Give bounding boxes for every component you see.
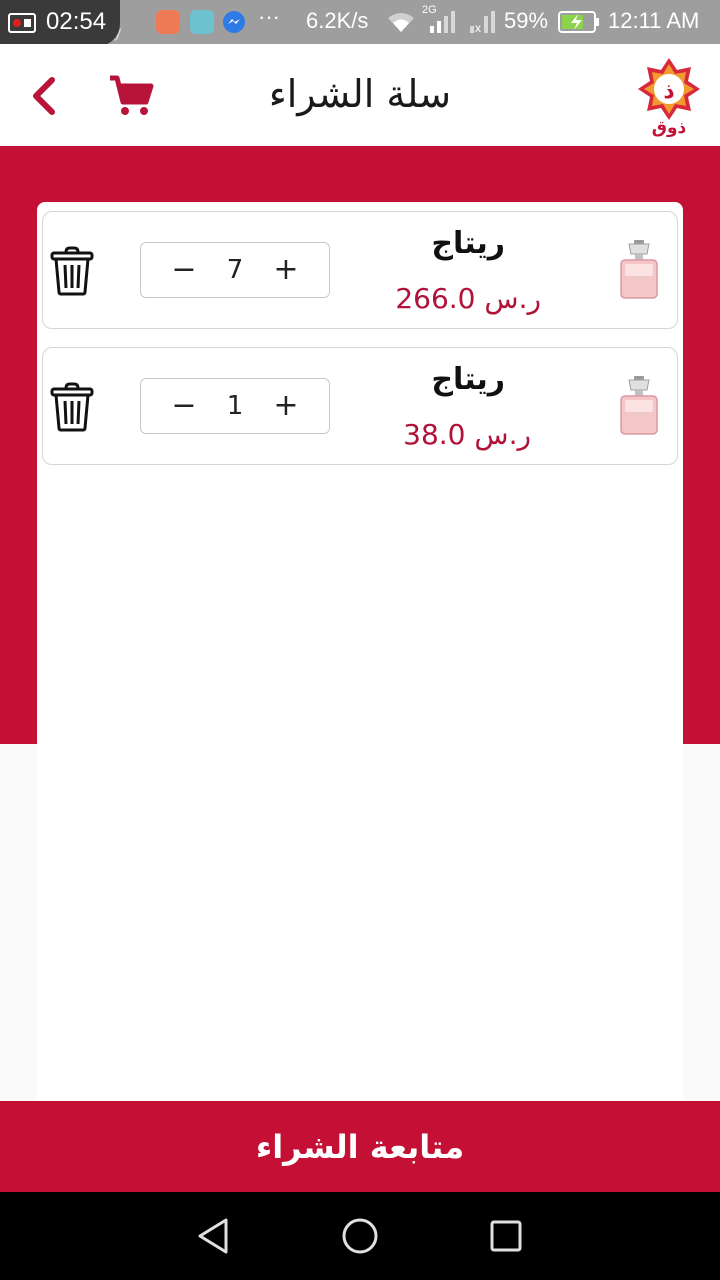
- battery-charging-icon: [558, 11, 599, 33]
- perfume-bottle-icon: [620, 240, 658, 299]
- decrease-quantity-button[interactable]: −: [169, 255, 199, 285]
- quantity-value: 7: [226, 255, 244, 285]
- brand-logo: ذ ذوق: [636, 56, 702, 142]
- cart-item: ريتاج 38.0 ر.س − 1 +: [42, 347, 678, 465]
- screen-record-icon: [8, 13, 36, 33]
- perfume-bottle-icon: [620, 376, 658, 435]
- clock: 12:11 AM: [608, 8, 700, 33]
- signal-icon: [430, 11, 455, 33]
- back-chevron-icon[interactable]: [24, 74, 64, 118]
- page-title: سلة الشراء: [268, 72, 452, 116]
- android-notification-icon: [190, 10, 214, 34]
- product-price: 266.0 ر.س: [395, 282, 541, 315]
- recording-time: 02:54: [46, 8, 107, 35]
- network-speed: 6.2K/s: [306, 8, 369, 33]
- screen-recording-indicator[interactable]: 02:54: [0, 0, 120, 46]
- svg-text:x: x: [475, 21, 481, 34]
- nav-back-icon[interactable]: [192, 1214, 236, 1258]
- product-name: ريتاج: [431, 226, 505, 261]
- cart-icon[interactable]: [108, 74, 154, 118]
- trash-icon[interactable]: [49, 246, 95, 296]
- messenger-icon: [223, 11, 245, 33]
- battery-percent: 59%: [504, 8, 549, 33]
- cart-item: ريتاج 266.0 ر.س − 7 +: [42, 211, 678, 329]
- quantity-stepper: − 7 +: [140, 242, 330, 298]
- checkout-button[interactable]: متابعة الشراء: [0, 1101, 720, 1192]
- trash-icon[interactable]: [49, 382, 95, 432]
- quantity-value: 1: [226, 391, 244, 421]
- product-price: 38.0 ر.س: [403, 418, 531, 451]
- checkout-label: متابعة الشراء: [255, 1127, 465, 1166]
- recorder-notification-icon: [156, 10, 180, 34]
- nav-home-icon[interactable]: [338, 1214, 382, 1258]
- increase-quantity-button[interactable]: +: [271, 391, 301, 421]
- logo-text: ذوق: [651, 118, 687, 138]
- more-notifications-icon: ···: [258, 4, 280, 29]
- signal-no-sim-icon: x: [470, 11, 495, 34]
- system-navigation-bar: [0, 1192, 720, 1280]
- wifi-icon: [388, 13, 414, 32]
- status-bar: dafone only 02:54 ··· 6.2K/s 2G x 59%: [0, 0, 720, 46]
- app-header: سلة الشراء ذ ذوق: [0, 44, 720, 146]
- logo-star-icon: ذ: [638, 58, 700, 120]
- decrease-quantity-button[interactable]: −: [169, 391, 199, 421]
- increase-quantity-button[interactable]: +: [271, 255, 301, 285]
- svg-text:ذ: ذ: [663, 79, 674, 104]
- product-name: ريتاج: [431, 362, 505, 397]
- nav-recents-icon[interactable]: [484, 1214, 528, 1258]
- cart-panel: ريتاج 266.0 ر.س − 7 + ريتاج 38.0 ر.س − 1…: [37, 202, 683, 1100]
- quantity-stepper: − 1 +: [140, 378, 330, 434]
